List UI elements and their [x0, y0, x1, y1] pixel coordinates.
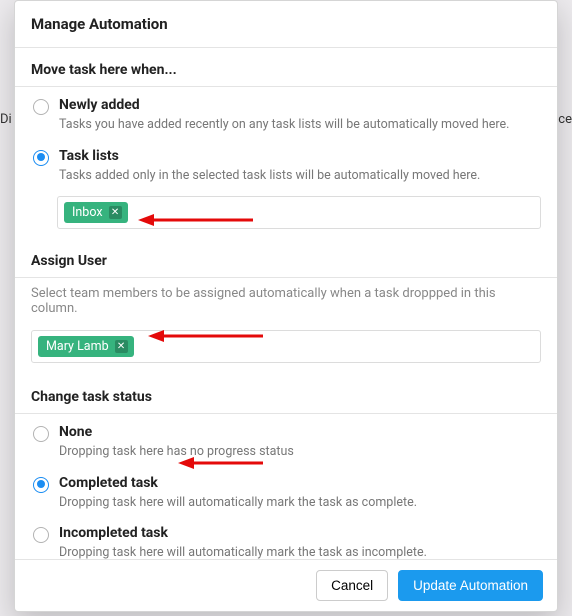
radio-completed[interactable]: Completed task Dropping task here will a… — [15, 465, 557, 516]
task-lists-tag-input[interactable]: Inbox ✕ — [57, 196, 541, 229]
radio-newly-added-desc: Tasks you have added recently on any tas… — [59, 116, 541, 134]
radio-none-desc: Dropping task here has no progress statu… — [59, 443, 541, 461]
manage-automation-modal: Manage Automation Move task here when...… — [14, 0, 558, 612]
radio-task-lists-control[interactable] — [33, 150, 49, 166]
radio-completed-desc: Dropping task here will automatically ma… — [59, 494, 541, 512]
assign-section-title: Assign User — [15, 239, 557, 278]
status-section-title: Change task status — [15, 375, 557, 414]
modal-title: Manage Automation — [15, 1, 557, 48]
bg-text-left: Di — [0, 112, 12, 127]
cancel-button[interactable]: Cancel — [316, 570, 388, 601]
move-section-title: Move task here when... — [15, 48, 557, 87]
radio-task-lists-label: Task lists — [59, 148, 541, 164]
tag-mary-lamb-label: Mary Lamb — [46, 339, 109, 354]
update-automation-button[interactable]: Update Automation — [398, 570, 543, 601]
radio-task-lists-desc: Tasks added only in the selected task li… — [59, 167, 541, 185]
bg-text-right: ce — [558, 112, 572, 127]
tag-inbox: Inbox ✕ — [64, 202, 128, 223]
assign-section-desc: Select team members to be assigned autom… — [15, 278, 557, 322]
radio-incompleted-desc: Dropping task here will automatically ma… — [59, 544, 541, 559]
tag-mary-lamb: Mary Lamb ✕ — [38, 336, 134, 357]
radio-newly-added-control[interactable] — [33, 99, 49, 115]
modal-footer: Cancel Update Automation — [15, 559, 557, 611]
radio-completed-control[interactable] — [33, 477, 49, 493]
tag-inbox-remove-icon[interactable]: ✕ — [109, 206, 122, 219]
radio-incompleted[interactable]: Incompleted task Dropping task here will… — [15, 515, 557, 559]
radio-newly-added-label: Newly added — [59, 97, 541, 113]
radio-none[interactable]: None Dropping task here has no progress … — [15, 414, 557, 465]
tag-inbox-label: Inbox — [72, 205, 103, 220]
radio-incompleted-control[interactable] — [33, 527, 49, 543]
radio-none-control[interactable] — [33, 426, 49, 442]
modal-body: Move task here when... Newly added Tasks… — [15, 48, 557, 559]
radio-newly-added[interactable]: Newly added Tasks you have added recentl… — [15, 87, 557, 138]
assign-user-tag-input[interactable]: Mary Lamb ✕ — [31, 330, 541, 363]
radio-task-lists[interactable]: Task lists Tasks added only in the selec… — [15, 138, 557, 189]
radio-incompleted-label: Incompleted task — [59, 525, 541, 541]
tag-mary-lamb-remove-icon[interactable]: ✕ — [115, 340, 128, 353]
radio-none-label: None — [59, 424, 541, 440]
radio-completed-label: Completed task — [59, 475, 541, 491]
